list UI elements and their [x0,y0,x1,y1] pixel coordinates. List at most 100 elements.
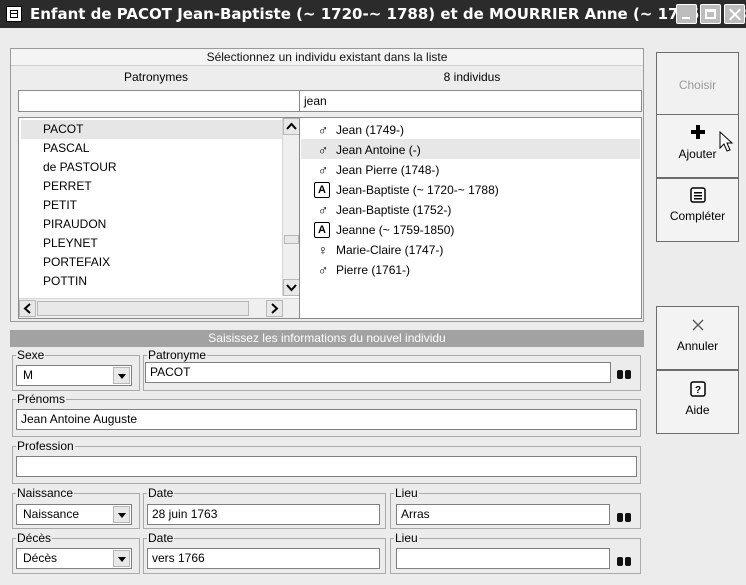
deces-lieu-field[interactable] [396,548,610,569]
naissance-date-label: Date [148,486,174,500]
scroll-down-button[interactable] [283,279,299,296]
ancestor-icon: A [314,222,330,238]
profession-label: Profession [17,439,74,453]
individu-name: Jean-Baptiste (1752-) [336,203,452,217]
naissance-type-value: Naissance [23,507,80,521]
scroll-up-button[interactable] [283,118,299,135]
sexe-value: M [23,368,33,382]
svg-text:?: ? [695,385,701,396]
ancestor-icon: A [314,182,330,198]
chevron-left-icon [23,303,31,314]
aide-button[interactable]: ? Aide [656,370,739,434]
list-item[interactable]: A Jean-Baptiste (~ 1720-~ 1788) [300,180,640,200]
plus-icon [691,125,705,139]
completer-label: Compléter [669,209,726,223]
window-title: Enfant de PACOT Jean-Baptiste (~ 1720-~ … [30,5,746,23]
scroll-left-button[interactable] [19,300,36,317]
deces-date-label: Date [148,531,174,545]
deces-label: Décès [17,531,52,545]
individus-header: 8 individus [443,70,501,84]
patronyme-label: Patronyme [148,348,207,362]
list-item[interactable]: ♂ Jean Antoine (-) [300,140,640,160]
ajouter-button[interactable]: Ajouter [656,114,739,178]
vertical-scrollbar[interactable] [282,118,299,296]
list-item[interactable]: ♂ Jean-Baptiste (1752-) [300,200,640,220]
male-icon: ♂ [317,162,329,178]
scroll-thumb[interactable] [284,235,299,244]
aide-label: Aide [685,403,710,417]
choisir-button[interactable]: Choisir [656,52,739,116]
list-item[interactable]: PERRET [43,177,92,196]
naissance-lieu-field[interactable]: Arras [396,504,610,525]
cursor-icon [719,131,734,152]
completer-button[interactable]: Compléter [656,178,739,242]
list-item[interactable]: PIRAUDON [43,215,106,234]
list-item[interactable]: PORTEFAIX [43,253,110,272]
naissance-date-field[interactable]: 28 juin 1763 [147,504,380,525]
scroll-right-button[interactable] [266,300,283,317]
chevron-down-icon[interactable] [113,506,130,523]
annuler-button[interactable]: Annuler [656,306,739,370]
close-button[interactable] [724,4,745,24]
individu-name: Marie-Claire (1747-) [336,243,444,257]
individu-name: Jeanne (~ 1759-1850) [336,223,455,237]
list-item[interactable]: POTTIN [43,272,87,291]
naissance-label: Naissance [17,486,74,500]
individu-name: Pierre (1761-) [336,263,411,277]
choisir-label: Choisir [678,78,717,92]
patronymes-header: Patronymes [123,70,189,84]
individu-name: Jean Pierre (1748-) [336,163,440,177]
list-item[interactable]: de PASTOUR [43,158,117,177]
select-panel: Sélectionnez un individu existant dans l… [10,48,644,322]
maximize-button[interactable] [700,4,721,24]
individu-name: Jean (1749-) [336,123,405,137]
deces-lieu-label: Lieu [395,531,418,545]
female-icon: ♀ [317,242,329,258]
form-icon [690,187,706,203]
chevron-down-icon [286,284,297,292]
list-item[interactable]: PASCAL [43,139,89,158]
patronymes-list[interactable]: PACOT PASCAL de PASTOUR PERRET PETIT PIR… [18,117,300,319]
new-individu-form: Sexe M Patronyme PACOT Prénoms Jean Anto… [10,347,644,577]
binoculars-icon[interactable] [617,511,631,522]
male-icon: ♂ [317,142,329,158]
x-icon [692,319,704,331]
chevron-down-icon[interactable] [113,550,130,567]
minimize-button[interactable] [676,4,697,24]
patronyme-filter-input[interactable] [18,90,300,112]
chevron-down-icon[interactable] [113,367,130,384]
list-item[interactable]: PLEYNET [43,234,98,253]
list-item[interactable]: ♂ Pierre (1761-) [300,260,640,280]
list-item[interactable]: ♂ Jean Pierre (1748-) [300,160,640,180]
individu-filter-input[interactable]: jean [299,90,642,112]
list-item[interactable]: ♂ Jean (1749-) [300,120,640,140]
ajouter-label: Ajouter [678,147,717,161]
male-icon: ♂ [317,122,329,138]
binoculars-icon[interactable] [617,555,631,566]
scroll-thumb[interactable] [37,301,249,316]
new-individu-header: Saisissez les informations du nouvel ind… [10,330,644,347]
individu-name: Jean Antoine (-) [336,143,421,157]
binoculars-icon[interactable] [617,368,631,379]
chevron-up-icon [286,122,297,130]
list-item[interactable]: PETIT [43,196,77,215]
patronyme-field[interactable]: PACOT [145,362,611,383]
prenoms-field[interactable]: Jean Antoine Auguste [16,409,637,430]
sexe-select[interactable]: M [16,365,132,386]
list-item[interactable]: ♀ Marie-Claire (1747-) [300,240,640,260]
naissance-lieu-label: Lieu [395,486,418,500]
deces-type-select[interactable]: Décès [16,548,132,569]
sexe-label: Sexe [17,348,45,362]
individus-list[interactable]: ♂ Jean (1749-) ♂ Jean Antoine (-) ♂ Jean… [299,117,642,319]
naissance-type-select[interactable]: Naissance [16,504,132,525]
app-icon[interactable] [6,6,22,22]
deces-date-field[interactable]: vers 1766 [147,548,380,569]
individu-name: Jean-Baptiste (~ 1720-~ 1788) [336,183,499,197]
select-header: Sélectionnez un individu existant dans l… [11,49,643,66]
profession-field[interactable] [16,456,637,477]
horizontal-scrollbar[interactable] [19,298,299,318]
prenoms-label: Prénoms [17,392,66,406]
list-item[interactable]: PACOT [43,120,83,139]
list-item[interactable]: A Jeanne (~ 1759-1850) [300,220,640,240]
deces-type-value: Décès [23,551,58,565]
